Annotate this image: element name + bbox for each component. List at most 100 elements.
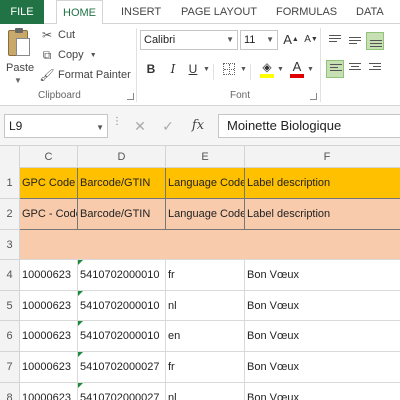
- chevron-down-icon[interactable]: ▼: [277, 66, 284, 73]
- cell-f4[interactable]: Bon Vœux: [245, 260, 400, 291]
- font-name-dropdown[interactable]: Calibri ▼: [140, 30, 238, 50]
- underline-button[interactable]: U: [184, 60, 202, 78]
- tab-file[interactable]: FILE: [0, 0, 44, 24]
- tab-home[interactable]: HOME: [56, 0, 103, 25]
- row-header[interactable]: 7: [0, 352, 20, 383]
- cell-d7[interactable]: 5410702000027: [78, 352, 166, 383]
- borders-button[interactable]: [220, 60, 238, 78]
- align-right-button[interactable]: [366, 60, 384, 78]
- cell-f2[interactable]: Label description: [245, 199, 400, 230]
- cell-e6[interactable]: en: [166, 321, 245, 352]
- cell-d2[interactable]: Barcode/GTIN: [78, 199, 166, 230]
- align-left-button[interactable]: [326, 60, 344, 78]
- bottom-align-icon: [370, 36, 382, 48]
- cell-c1[interactable]: GPC Code: [20, 168, 78, 199]
- cell-e2[interactable]: Language Code: [166, 199, 245, 230]
- row-header[interactable]: 1: [0, 168, 20, 199]
- error-indicator-icon: [78, 383, 83, 388]
- cell-d1[interactable]: Barcode/GTIN: [78, 168, 166, 199]
- error-indicator-icon: [78, 291, 83, 296]
- font-color-button[interactable]: A: [288, 58, 306, 78]
- tab-data[interactable]: DATA: [356, 0, 384, 24]
- cell-f5[interactable]: Bon Vœux: [245, 291, 400, 321]
- divider: [250, 64, 251, 80]
- bottom-align-button[interactable]: [366, 32, 384, 50]
- font-size-dropdown[interactable]: 11 ▼: [240, 30, 278, 50]
- error-indicator-icon: [78, 260, 83, 265]
- select-all-corner[interactable]: [0, 146, 20, 168]
- divider: [213, 64, 214, 80]
- cell-c7[interactable]: 10000623: [20, 352, 78, 383]
- cell-d7-text: 5410702000027: [80, 361, 160, 373]
- shrink-font-button[interactable]: A▼: [302, 31, 320, 49]
- align-center-button[interactable]: [346, 60, 364, 78]
- cell-c4[interactable]: 10000623: [20, 260, 78, 291]
- chevron-down-icon[interactable]: ▼: [203, 66, 210, 73]
- cell-e7[interactable]: fr: [166, 352, 245, 383]
- group-separator: [320, 28, 321, 102]
- top-align-button[interactable]: [326, 32, 344, 50]
- copy-button[interactable]: ⧉ Copy ▼: [40, 46, 97, 64]
- paint-bucket-icon: ◈: [262, 60, 272, 74]
- drag-handle-icon[interactable]: ⋮: [112, 117, 122, 127]
- column-header-f[interactable]: F: [245, 146, 400, 168]
- middle-align-icon: [349, 35, 361, 47]
- cell-c6[interactable]: 10000623: [20, 321, 78, 352]
- cell-c5[interactable]: 10000623: [20, 291, 78, 321]
- tab-formulas[interactable]: FORMULAS: [276, 0, 337, 24]
- column-header-c[interactable]: C: [20, 146, 78, 168]
- chevron-down-icon[interactable]: ▼: [240, 66, 247, 73]
- font-name-value: Calibri: [144, 34, 176, 46]
- insert-function-icon[interactable]: fx: [186, 114, 210, 138]
- grow-font-button[interactable]: A▲: [282, 31, 300, 49]
- cut-button[interactable]: ✂ Cut: [40, 26, 75, 44]
- italic-button[interactable]: I: [164, 60, 182, 78]
- bold-button[interactable]: B: [142, 60, 160, 78]
- clipboard-launcher-icon[interactable]: [127, 93, 134, 100]
- row-header[interactable]: 6: [0, 321, 20, 352]
- paste-sheet-icon: [16, 38, 30, 56]
- cell-e8[interactable]: nl: [166, 383, 245, 400]
- chevron-down-icon[interactable]: ▼: [14, 76, 22, 85]
- row-header[interactable]: 5: [0, 291, 20, 321]
- cell-d5[interactable]: 5410702000010: [78, 291, 166, 321]
- cell-f7[interactable]: Bon Vœux: [245, 352, 400, 383]
- cell-d4[interactable]: 5410702000010: [78, 260, 166, 291]
- tab-insert[interactable]: INSERT: [121, 0, 161, 24]
- column-header-row: C D E F: [0, 146, 400, 168]
- cell-e1[interactable]: Language Code: [166, 168, 245, 199]
- fill-color-button[interactable]: ◈: [258, 58, 276, 78]
- chevron-down-icon: ▼: [96, 123, 104, 132]
- cell-f1[interactable]: Label description: [245, 168, 400, 199]
- tab-page-layout[interactable]: PAGE LAYOUT: [181, 0, 257, 24]
- cell-d8[interactable]: 5410702000027: [78, 383, 166, 400]
- chevron-down-icon[interactable]: ▼: [90, 52, 97, 59]
- column-header-d[interactable]: D: [78, 146, 166, 168]
- middle-align-button[interactable]: [346, 32, 364, 50]
- formula-input[interactable]: Moinette Biologique: [218, 114, 400, 138]
- column-header-e[interactable]: E: [166, 146, 245, 168]
- copy-label: Copy: [58, 49, 84, 61]
- cancel-icon[interactable]: ✕: [128, 114, 152, 138]
- cell-c8[interactable]: 10000623: [20, 383, 78, 400]
- cell-c2[interactable]: GPC - Code: [20, 199, 78, 230]
- cell-e4[interactable]: fr: [166, 260, 245, 291]
- table-row: 4 10000623 5410702000010 fr Bon Vœux: [0, 260, 400, 291]
- font-launcher-icon[interactable]: [310, 93, 317, 100]
- paste-button[interactable]: Paste ▼: [4, 28, 34, 86]
- enter-icon[interactable]: ✓: [156, 114, 180, 138]
- cell-c3-f3[interactable]: [20, 230, 400, 260]
- cell-d6[interactable]: 5410702000010: [78, 321, 166, 352]
- ribbon-tabs: FILE HOME INSERT PAGE LAYOUT FORMULAS DA…: [0, 0, 400, 25]
- row-header[interactable]: 8: [0, 383, 20, 400]
- cell-f8[interactable]: Bon Vœux: [245, 383, 400, 400]
- format-painter-button[interactable]: 🖌 Format Painter: [39, 66, 130, 84]
- chevron-down-icon[interactable]: ▼: [307, 66, 314, 73]
- row-header[interactable]: 3: [0, 230, 20, 260]
- cell-d6-text: 5410702000010: [80, 330, 160, 342]
- row-header[interactable]: 4: [0, 260, 20, 291]
- cell-f6[interactable]: Bon Vœux: [245, 321, 400, 352]
- row-header[interactable]: 2: [0, 199, 20, 230]
- cell-e5[interactable]: nl: [166, 291, 245, 321]
- name-box[interactable]: L9 ▼: [4, 114, 108, 138]
